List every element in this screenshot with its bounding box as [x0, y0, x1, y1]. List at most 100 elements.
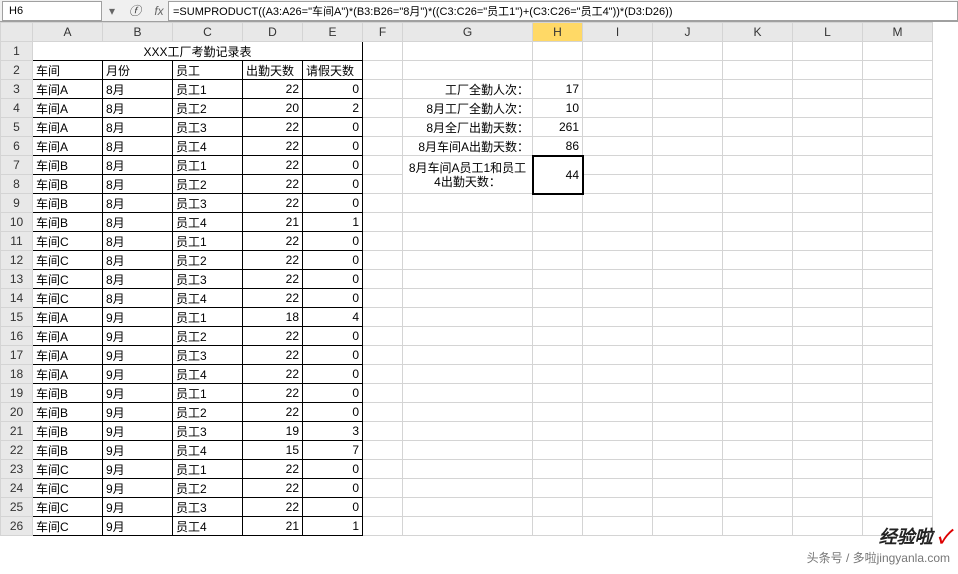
cell-F11[interactable]	[363, 232, 403, 251]
cell-E16[interactable]: 0	[303, 327, 363, 346]
row-header[interactable]: 6	[1, 137, 33, 156]
cell-A3[interactable]: 车间A	[33, 80, 103, 99]
cell-E5[interactable]: 0	[303, 118, 363, 137]
row-header[interactable]: 23	[1, 460, 33, 479]
cell-M16[interactable]	[863, 327, 933, 346]
cell-M6[interactable]	[863, 137, 933, 156]
cell-M25[interactable]	[863, 498, 933, 517]
cell-E12[interactable]: 0	[303, 251, 363, 270]
cell-L24[interactable]	[793, 479, 863, 498]
cell-C10[interactable]: 员工4	[173, 213, 243, 232]
cell-J24[interactable]	[653, 479, 723, 498]
cell-L5[interactable]	[793, 118, 863, 137]
cell-F5[interactable]	[363, 118, 403, 137]
column-header-A[interactable]: 车间	[33, 61, 103, 80]
cell-J10[interactable]	[653, 213, 723, 232]
cell-L6[interactable]	[793, 137, 863, 156]
cell-C3[interactable]: 员工1	[173, 80, 243, 99]
cell-H22[interactable]	[533, 441, 583, 460]
col-header-E[interactable]: E	[303, 23, 363, 42]
cell-G18[interactable]	[403, 365, 533, 384]
cell-D25[interactable]: 22	[243, 498, 303, 517]
cell-D8[interactable]: 22	[243, 175, 303, 194]
cell-F18[interactable]	[363, 365, 403, 384]
cell-D20[interactable]: 22	[243, 403, 303, 422]
cell-I13[interactable]	[583, 270, 653, 289]
cell-F26[interactable]	[363, 517, 403, 536]
cell-L20[interactable]	[793, 403, 863, 422]
cell-G21[interactable]	[403, 422, 533, 441]
cell-L13[interactable]	[793, 270, 863, 289]
cell-K21[interactable]	[723, 422, 793, 441]
cell-G26[interactable]	[403, 517, 533, 536]
cell-K7[interactable]	[723, 156, 793, 175]
cell-C26[interactable]: 员工4	[173, 517, 243, 536]
cell-F20[interactable]	[363, 403, 403, 422]
cell-E24[interactable]: 0	[303, 479, 363, 498]
cell-K13[interactable]	[723, 270, 793, 289]
cell-B21[interactable]: 9月	[103, 422, 173, 441]
stat-label[interactable]: 8月工厂全勤人次：	[403, 99, 533, 118]
cell-E22[interactable]: 7	[303, 441, 363, 460]
cell-M17[interactable]	[863, 346, 933, 365]
cell-F19[interactable]	[363, 384, 403, 403]
cell-A9[interactable]: 车间B	[33, 194, 103, 213]
cell-K2[interactable]	[723, 61, 793, 80]
cell-C14[interactable]: 员工4	[173, 289, 243, 308]
cell-L16[interactable]	[793, 327, 863, 346]
cell-A6[interactable]: 车间A	[33, 137, 103, 156]
name-box-dropdown-icon[interactable]: ▾	[104, 4, 120, 18]
row-header[interactable]: 15	[1, 308, 33, 327]
cell-I10[interactable]	[583, 213, 653, 232]
cell-I5[interactable]	[583, 118, 653, 137]
cell-A13[interactable]: 车间C	[33, 270, 103, 289]
stat-value[interactable]: 86	[533, 137, 583, 156]
cell-F12[interactable]	[363, 251, 403, 270]
cell-C25[interactable]: 员工3	[173, 498, 243, 517]
cell-J14[interactable]	[653, 289, 723, 308]
cell-B8[interactable]: 8月	[103, 175, 173, 194]
cell-M1[interactable]	[863, 42, 933, 61]
stat-value[interactable]: 17	[533, 80, 583, 99]
row-header[interactable]: 19	[1, 384, 33, 403]
row-header[interactable]: 8	[1, 175, 33, 194]
cell-B23[interactable]: 9月	[103, 460, 173, 479]
cell-I6[interactable]	[583, 137, 653, 156]
col-header-L[interactable]: L	[793, 23, 863, 42]
cell-H24[interactable]	[533, 479, 583, 498]
col-header-K[interactable]: K	[723, 23, 793, 42]
row-header[interactable]: 22	[1, 441, 33, 460]
cell-J6[interactable]	[653, 137, 723, 156]
cell-M11[interactable]	[863, 232, 933, 251]
cell-A5[interactable]: 车间A	[33, 118, 103, 137]
cell-A24[interactable]: 车间C	[33, 479, 103, 498]
cell-B24[interactable]: 9月	[103, 479, 173, 498]
cell-E20[interactable]: 0	[303, 403, 363, 422]
cell-B17[interactable]: 9月	[103, 346, 173, 365]
cell-M7[interactable]	[863, 156, 933, 175]
cell-G10[interactable]	[403, 213, 533, 232]
cell-F23[interactable]	[363, 460, 403, 479]
cell-B20[interactable]: 9月	[103, 403, 173, 422]
cell-L3[interactable]	[793, 80, 863, 99]
cell-L22[interactable]	[793, 441, 863, 460]
cell-D24[interactable]: 22	[243, 479, 303, 498]
cell-I8[interactable]	[583, 175, 653, 194]
cell-M3[interactable]	[863, 80, 933, 99]
cell-D18[interactable]: 22	[243, 365, 303, 384]
cell-F4[interactable]	[363, 99, 403, 118]
col-header-H[interactable]: H	[533, 23, 583, 42]
cell-K3[interactable]	[723, 80, 793, 99]
cell-I25[interactable]	[583, 498, 653, 517]
cell-K10[interactable]	[723, 213, 793, 232]
cell-E10[interactable]: 1	[303, 213, 363, 232]
cell-A23[interactable]: 车间C	[33, 460, 103, 479]
cell-J19[interactable]	[653, 384, 723, 403]
cell-J23[interactable]	[653, 460, 723, 479]
cell-M19[interactable]	[863, 384, 933, 403]
cell-A22[interactable]: 车间B	[33, 441, 103, 460]
row-header[interactable]: 9	[1, 194, 33, 213]
cell-M22[interactable]	[863, 441, 933, 460]
cell-L10[interactable]	[793, 213, 863, 232]
cell-D7[interactable]: 22	[243, 156, 303, 175]
